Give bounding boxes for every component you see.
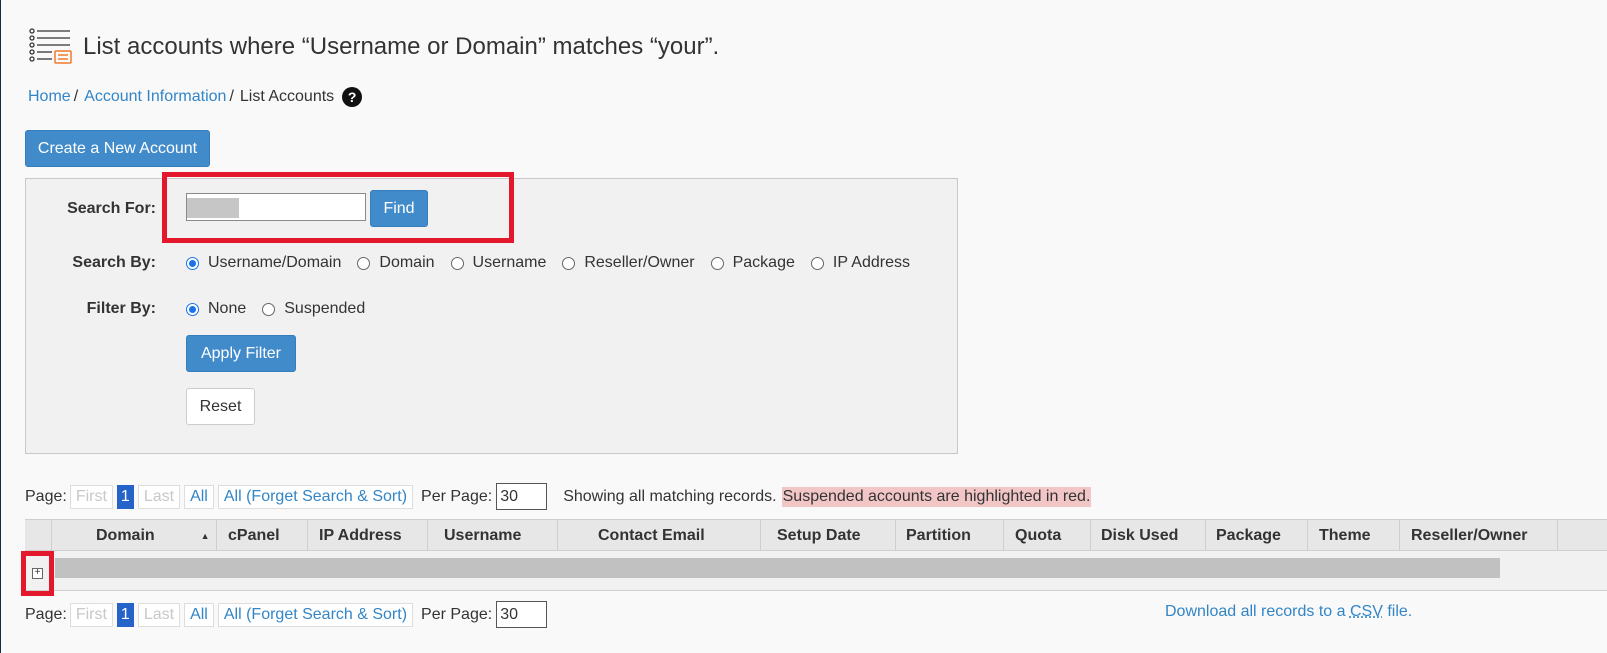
radio-icon	[357, 257, 370, 270]
breadcrumb-home-link[interactable]: Home	[28, 88, 71, 106]
pager-label: Page:	[25, 488, 67, 506]
page-title: List accounts where “Username or Domain”…	[83, 33, 719, 61]
search-highlight-box	[162, 172, 514, 243]
filter-none-radio[interactable]: None	[186, 300, 246, 318]
list-accounts-icon	[28, 27, 74, 67]
column-username-header[interactable]: Username	[427, 520, 557, 551]
column-domain-header[interactable]: Domain ▲	[51, 520, 216, 551]
per-page-input[interactable]: 30	[496, 601, 547, 628]
pager-top: Page: First 1 Last All All (Forget Searc…	[25, 483, 1091, 510]
filter-by-label: Filter By:	[26, 300, 156, 318]
column-cpanel-header[interactable]: cPanel	[216, 520, 307, 551]
per-page-label: Per Page:	[421, 488, 492, 506]
create-new-account-button[interactable]: Create a New Account	[25, 130, 210, 167]
column-package-header[interactable]: Package	[1205, 520, 1307, 551]
breadcrumb-separator: /	[229, 88, 233, 106]
column-partition-header[interactable]: Partition	[895, 520, 1003, 551]
search-by-reseller-owner-radio[interactable]: Reseller/Owner	[562, 254, 694, 272]
column-reseller-owner-header[interactable]: Reseller/Owner	[1399, 520, 1557, 551]
column-actions-header	[1557, 520, 1607, 551]
radio-selected-icon	[186, 257, 199, 270]
pager-forget-search-link[interactable]: All (Forget Search & Sort)	[218, 485, 413, 509]
pager-forget-search-link[interactable]: All (Forget Search & Sort)	[218, 603, 413, 627]
search-by-package-radio[interactable]: Package	[711, 254, 795, 272]
radio-icon	[811, 257, 824, 270]
expand-row-icon[interactable]: +	[32, 568, 43, 579]
radio-icon	[451, 257, 464, 270]
radio-icon	[711, 257, 724, 270]
column-ip-address-header[interactable]: IP Address	[307, 520, 427, 551]
column-disk-used-header[interactable]: Disk Used	[1090, 520, 1205, 551]
per-page-input[interactable]: 30	[496, 483, 547, 510]
search-by-ip-address-radio[interactable]: IP Address	[811, 254, 910, 272]
filter-by-options: None Suspended	[186, 300, 381, 318]
column-quota-header[interactable]: Quota	[1003, 520, 1090, 551]
pager-all-link[interactable]: All	[184, 485, 214, 509]
apply-filter-button[interactable]: Apply Filter	[186, 335, 296, 372]
breadcrumb-current: List Accounts	[240, 88, 334, 106]
pager-current-page: 1	[117, 485, 134, 509]
radio-icon	[262, 303, 275, 316]
help-icon[interactable]: ?	[342, 87, 362, 107]
search-by-options: Username/Domain Domain Username Reseller…	[186, 254, 926, 272]
records-status: Showing all matching records.	[563, 488, 776, 506]
accounts-table-header: Domain ▲ cPanel IP Address Username Cont…	[25, 519, 1607, 551]
breadcrumb: Home / Account Information / List Accoun…	[28, 87, 362, 107]
breadcrumb-separator: /	[74, 88, 78, 106]
breadcrumb-account-information-link[interactable]: Account Information	[84, 88, 226, 106]
column-theme-header[interactable]: Theme	[1307, 520, 1399, 551]
download-csv-link[interactable]: Download all records to a CSV file.	[1165, 603, 1412, 621]
pager-last: Last	[138, 485, 180, 509]
search-by-username-radio[interactable]: Username	[451, 254, 547, 272]
table-row[interactable]	[25, 551, 1607, 591]
radio-icon	[562, 257, 575, 270]
pager-bottom: Page: First 1 Last All All (Forget Searc…	[25, 601, 547, 628]
expand-row-highlight: +	[21, 551, 54, 596]
sort-ascending-icon: ▲	[201, 531, 210, 541]
filter-suspended-radio[interactable]: Suspended	[262, 300, 365, 318]
csv-abbr: CSV	[1350, 603, 1383, 620]
pager-label: Page:	[25, 606, 67, 624]
search-by-label: Search By:	[26, 254, 156, 272]
search-by-username-domain-radio[interactable]: Username/Domain	[186, 254, 341, 272]
reset-button[interactable]: Reset	[186, 388, 255, 425]
search-by-domain-radio[interactable]: Domain	[357, 254, 434, 272]
per-page-label: Per Page:	[421, 606, 492, 624]
pager-first: First	[70, 485, 113, 509]
suspended-note: Suspended accounts are highlighted in re…	[782, 487, 1092, 507]
column-contact-email-header[interactable]: Contact Email	[557, 520, 760, 551]
pager-last: Last	[138, 603, 180, 627]
radio-selected-icon	[186, 303, 199, 316]
column-setup-date-header[interactable]: Setup Date	[760, 520, 895, 551]
masked-row-content	[55, 558, 1500, 578]
pager-all-link[interactable]: All	[184, 603, 214, 627]
pager-first: First	[70, 603, 113, 627]
page-header: List accounts where “Username or Domain”…	[28, 27, 719, 67]
search-for-label: Search For:	[26, 200, 156, 218]
pager-current-page: 1	[117, 603, 134, 627]
